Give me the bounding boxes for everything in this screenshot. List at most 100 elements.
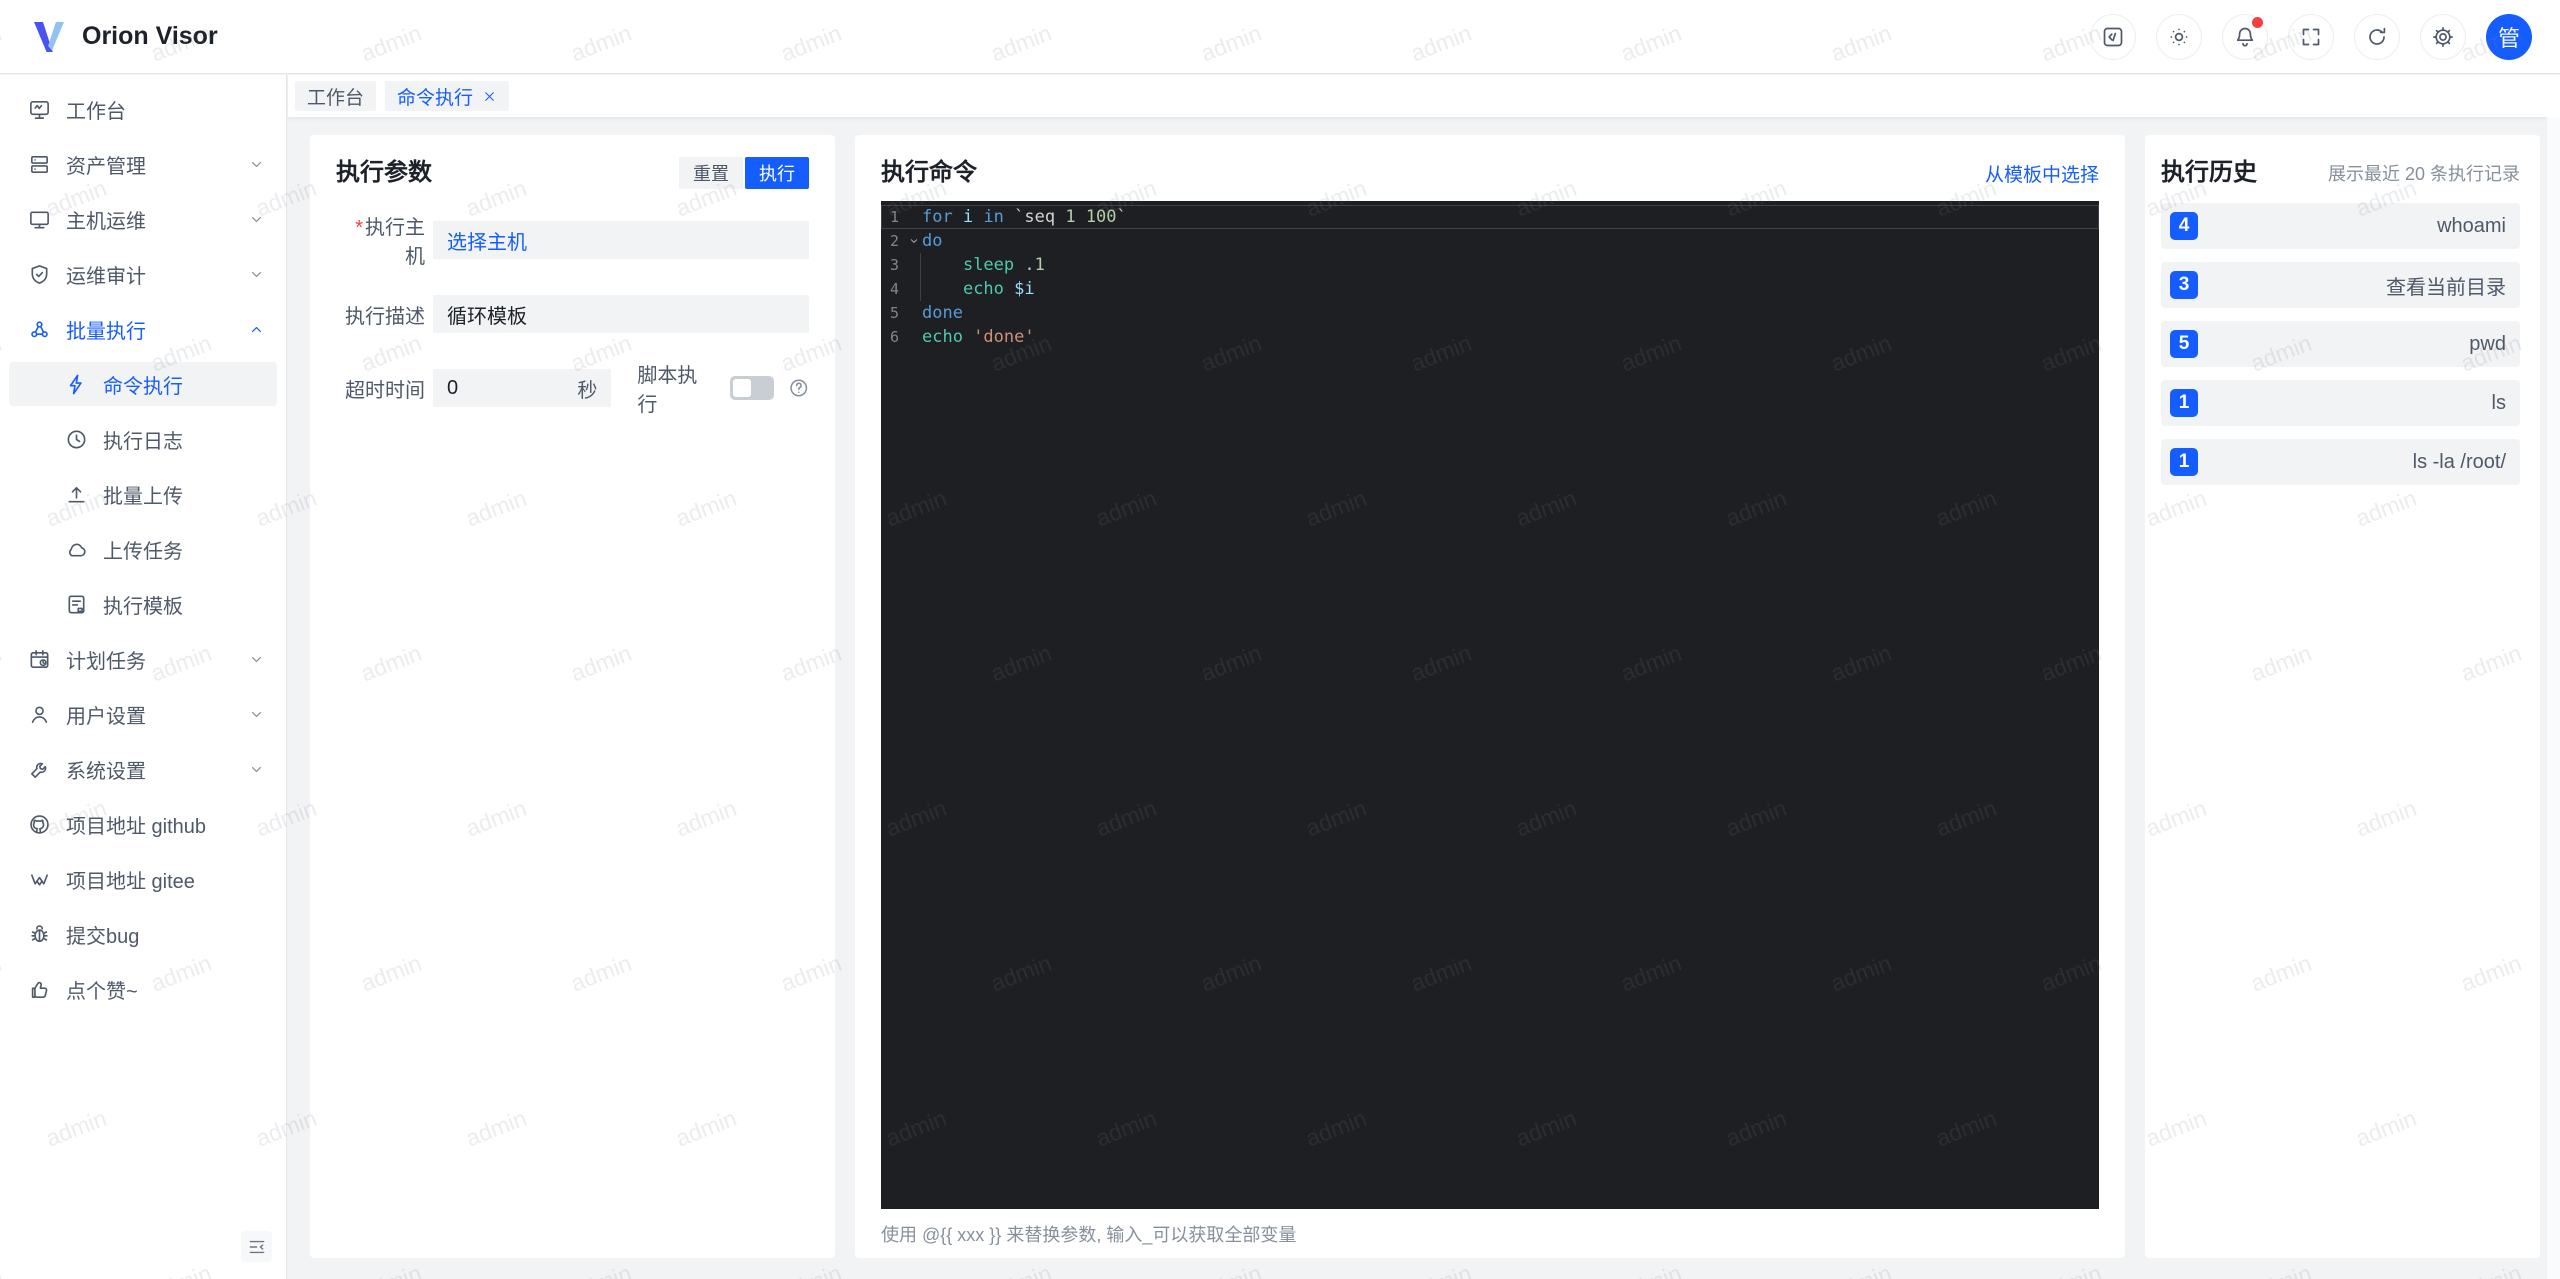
code-editor[interactable]: 1 for i in `seq 1 100` 2 do 3 sleep .1 4 echo…	[881, 201, 2099, 1209]
select-from-template-link[interactable]: 从模板中选择	[1985, 160, 2099, 187]
code-text: for i in `seq 1 100`	[922, 207, 1127, 227]
line-number: 3	[890, 256, 900, 274]
code-line: 2 do	[881, 229, 2099, 253]
command-panel-header: 执行命令 从模板中选择	[881, 157, 2099, 189]
audit-icon	[28, 263, 51, 286]
sidebar-item-system-settings[interactable]: 系统设置	[9, 747, 277, 791]
tab-bar: 工作台 命令执行	[288, 75, 2560, 117]
sidebar-item-batch-upload[interactable]: 批量上传	[9, 472, 277, 516]
logo-icon	[34, 21, 64, 52]
sidebar-item-submit-bug[interactable]: 提交bug	[9, 912, 277, 956]
line-number: 5	[890, 304, 900, 322]
sidebar-item-batch-execution[interactable]: 批量执行	[9, 307, 277, 351]
history-item[interactable]: 5 pwd	[2161, 321, 2520, 367]
schedule-icon	[28, 648, 51, 671]
sidebar-item-workbench[interactable]: 工作台	[9, 87, 277, 131]
notifications-button[interactable]	[2222, 13, 2268, 60]
sidebar-item-ops-audit[interactable]: 运维审计	[9, 252, 277, 296]
chevron-up-icon	[248, 321, 265, 338]
tab-command-execution[interactable]: 命令执行	[385, 81, 510, 111]
history-icon	[65, 428, 88, 451]
form-row-timeout: 超时时间 0 秒 脚本执行	[336, 359, 809, 417]
code-line: 6 echo 'done'	[881, 325, 2099, 349]
history-panel: 执行历史 展示最近 20 条执行记录 4 whoami 3 查看当前目录 5 pwd 1 ls…	[2145, 135, 2540, 1258]
history-command: whoami	[2437, 214, 2506, 237]
sidebar-item-label: 工作台	[66, 100, 126, 123]
sun-icon	[2167, 25, 2191, 49]
sidebar-item-label: 点个赞~	[66, 980, 138, 1003]
upload-icon	[65, 483, 88, 506]
tab-close-icon[interactable]	[482, 89, 497, 104]
sidebar-item-like[interactable]: 点个赞~	[9, 967, 277, 1011]
refresh-icon	[2365, 25, 2389, 49]
help-icon[interactable]	[788, 377, 809, 399]
params-panel-header: 执行参数 重置 执行	[336, 157, 809, 189]
reset-button[interactable]: 重置	[679, 157, 743, 189]
sidebar-item-execution-log[interactable]: 执行日志	[9, 417, 277, 461]
history-count-badge: 1	[2170, 389, 2198, 417]
sidebar-item-github[interactable]: 项目地址 github	[9, 802, 277, 846]
template-icon	[65, 593, 88, 616]
code-line: 5 done	[881, 301, 2099, 325]
sidebar-item-gitee[interactable]: 项目地址 gitee	[9, 857, 277, 901]
run-button[interactable]: 执行	[745, 157, 809, 189]
user-avatar[interactable]: 管	[2486, 13, 2532, 60]
cloud-icon	[65, 538, 88, 561]
command-panel: 执行命令 从模板中选择 1 for i in `seq 1 100` 2 do 3 sl…	[855, 135, 2125, 1258]
history-item[interactable]: 1 ls -la /root/	[2161, 439, 2520, 485]
theme-toggle-button[interactable]	[2156, 13, 2202, 60]
app-header: Orion Visor 管	[0, 0, 2560, 74]
params-panel: 执行参数 重置 执行 * 执行主机 选择主机 执行描述 循环模板 超时时间 0 …	[310, 135, 835, 1258]
sidebar-collapse-button[interactable]	[241, 1231, 272, 1262]
fold-chevron-icon[interactable]	[908, 229, 922, 253]
timeout-input[interactable]: 0 秒	[433, 369, 612, 407]
history-count-badge: 5	[2170, 330, 2198, 358]
menu-fold-icon	[247, 1237, 267, 1257]
fold-gutter	[908, 325, 922, 349]
host-field-label: * 执行主机	[355, 217, 425, 268]
indent-guide	[920, 253, 921, 301]
sidebar-item-host-ops[interactable]: 主机运维	[9, 197, 277, 241]
history-command: ls -la /root/	[2412, 450, 2506, 473]
chevron-down-icon	[908, 235, 920, 247]
select-host-link[interactable]: 选择主机	[447, 226, 527, 255]
history-item[interactable]: 3 查看当前目录	[2161, 262, 2520, 308]
history-list: 4 whoami 3 查看当前目录 5 pwd 1 ls 1 ls -la /root/	[2161, 203, 2520, 485]
history-count-badge: 1	[2170, 448, 2198, 476]
history-item[interactable]: 1 ls	[2161, 380, 2520, 426]
settings-button[interactable]	[2420, 13, 2466, 60]
host-select-field[interactable]: 选择主机	[433, 221, 809, 259]
wrench-icon	[28, 758, 51, 781]
sidebar-item-label: 执行模板	[103, 595, 183, 618]
history-item[interactable]: 4 whoami	[2161, 203, 2520, 249]
code-runner-button[interactable]	[2090, 13, 2136, 60]
chevron-down-icon	[248, 211, 265, 228]
refresh-button[interactable]	[2354, 13, 2400, 60]
sidebar-item-label: 上传任务	[103, 540, 183, 563]
history-panel-subtitle: 展示最近 20 条执行记录	[2327, 164, 2520, 184]
required-mark: *	[355, 217, 363, 239]
sidebar-item-user-settings[interactable]: 用户设置	[9, 692, 277, 736]
chevron-down-icon	[248, 706, 265, 723]
orion-visor-app: Orion Visor 管 工作台 资产管理 主机运维 运维审计 批量执行 命令执行 执行日…	[0, 0, 2560, 1279]
description-input[interactable]: 循环模板	[433, 295, 809, 333]
sidebar-item-upload-task[interactable]: 上传任务	[9, 527, 277, 571]
line-number: 4	[890, 280, 900, 298]
script-exec-toggle[interactable]	[729, 376, 774, 400]
tab-workbench[interactable]: 工作台	[295, 81, 377, 111]
sidebar-item-label: 命令执行	[103, 375, 183, 398]
sidebar-item-execution-template[interactable]: 执行模板	[9, 582, 277, 626]
sidebar-item-label: 运维审计	[66, 265, 146, 288]
sidebar-item-label: 用户设置	[66, 705, 146, 728]
sidebar-item-label: 资产管理	[66, 155, 146, 178]
page-scrollbar[interactable]	[2546, 117, 2560, 1279]
fullscreen-button[interactable]	[2288, 13, 2334, 60]
sidebar-item-label: 批量执行	[66, 320, 146, 343]
sidebar-item-command-execution[interactable]: 命令执行	[9, 362, 277, 406]
sidebar-item-scheduled-task[interactable]: 计划任务	[9, 637, 277, 681]
sidebar-item-asset-management[interactable]: 资产管理	[9, 142, 277, 186]
history-command: ls	[2491, 391, 2506, 414]
history-command: pwd	[2469, 332, 2506, 355]
line-number: 2	[890, 232, 900, 250]
app-logo[interactable]: Orion Visor	[28, 16, 218, 58]
